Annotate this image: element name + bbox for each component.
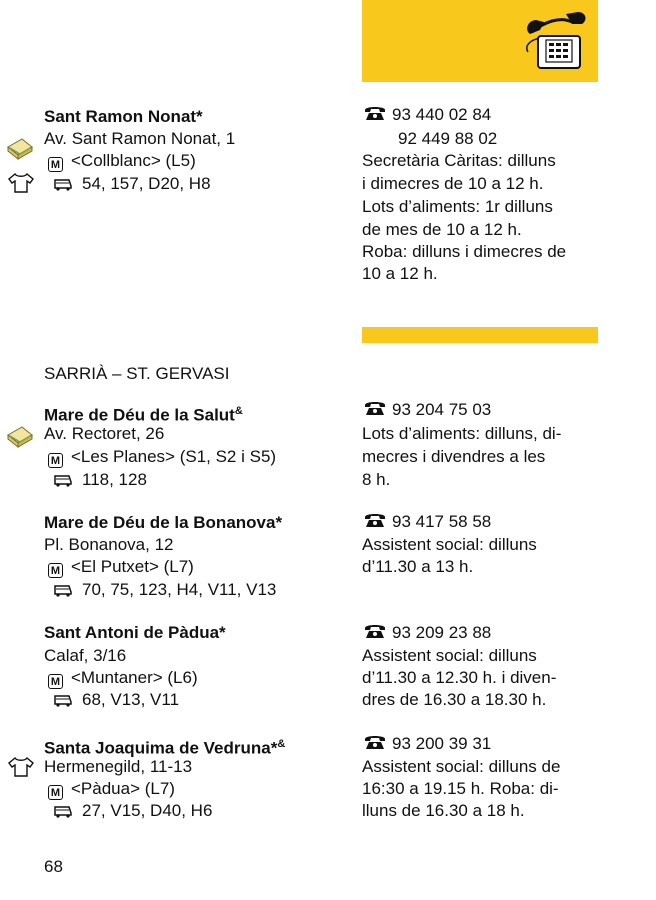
entry-metro: M <Collblanc> (L5): [48, 150, 196, 172]
entry-info-line: i dimecres de 10 a 12 h.: [362, 174, 544, 193]
entry-metro: M <Les Planes> (S1, S2 i S5): [48, 446, 276, 468]
entry-address: Calaf, 3/16: [44, 646, 127, 665]
metro-icon: M: [48, 157, 63, 172]
entry-info-line: Lots d’aliments: 1r dilluns: [362, 197, 553, 216]
entry-address: Av. Rectoret, 26: [44, 424, 165, 443]
metro-icon: M: [48, 674, 63, 689]
telephone-illustration-icon: [526, 12, 586, 69]
entry-info-line: 8 h.: [362, 470, 391, 489]
tshirt-icon: [8, 756, 34, 777]
sandwich-icon: [7, 138, 33, 161]
entry-info-line: Lots d’aliments: dilluns, di-: [362, 424, 562, 443]
tshirt-icon: [8, 172, 34, 193]
entry-name: Sant Antoni de Pàdua*: [44, 623, 226, 642]
entry-metro: M <Pàdua> (L7): [48, 778, 175, 800]
entry-phone-secondary: 92 449 88 02: [398, 129, 498, 148]
entry-info-line: d’11.30 a 12.30 h. i diven-: [362, 668, 557, 687]
entry-name: Mare de Déu de la Bonanova*: [44, 513, 283, 532]
bus-icon: [54, 695, 72, 707]
bus-icon: [54, 585, 72, 597]
entry-info-line: Assistent social: dilluns: [362, 646, 537, 665]
entry-phone: 93 209 23 88: [364, 622, 491, 644]
sandwich-icon: [7, 426, 33, 449]
bus-icon: [54, 806, 72, 818]
header-yellow-box: [362, 0, 598, 82]
phone-icon: [365, 736, 385, 749]
bus-icon: [54, 179, 72, 191]
entry-info-line: lluns de 16.30 a 18 h.: [362, 801, 525, 820]
entry-info-line: Secretària Càritas: dilluns: [362, 151, 556, 170]
phone-icon: [365, 514, 385, 527]
phone-icon: [365, 625, 385, 638]
bus-icon: [54, 475, 72, 487]
entry-info-line: Assistent social: dilluns de: [362, 757, 561, 776]
entry-address: Av. Sant Ramon Nonat, 1: [44, 129, 236, 148]
phone-icon: [365, 107, 385, 120]
entry-bus: 70, 75, 123, H4, V11, V13: [52, 579, 276, 601]
entry-phone: 93 200 39 31: [364, 733, 491, 755]
entry-info-line: Roba: dilluns i dimecres de: [362, 242, 567, 261]
entry-phone: 93 440 02 84: [364, 104, 491, 126]
entry-address: Hermenegild, 11-13: [44, 757, 193, 776]
metro-icon: M: [48, 563, 63, 578]
entry-info-line: Assistent social: dilluns: [362, 535, 537, 554]
page-number: 68: [44, 857, 63, 876]
entry-metro: M <El Putxet> (L7): [48, 556, 194, 578]
entry-info-line: dres de 16.30 a 18.30 h.: [362, 690, 547, 709]
section-divider: [362, 327, 598, 343]
entry-info-line: 16:30 a 19.15 h. Roba: di-: [362, 779, 559, 798]
metro-icon: M: [48, 453, 63, 468]
entry-bus: 68, V13, V11: [52, 689, 179, 711]
entry-bus: 118, 128: [52, 469, 147, 491]
entry-metro: M <Muntaner> (L6): [48, 667, 198, 689]
entry-info-line: mecres i divendres a les: [362, 447, 546, 466]
entry-info-line: de mes de 10 a 12 h.: [362, 220, 522, 239]
metro-icon: M: [48, 785, 63, 800]
section-title: SARRIÀ – ST. GERVASI: [44, 364, 230, 383]
entry-info-line: 10 a 12 h.: [362, 264, 438, 283]
entry-name: Sant Ramon Nonat*: [44, 107, 203, 126]
entry-info-line: d’11.30 a 13 h.: [362, 557, 474, 576]
entry-bus: 27, V15, D40, H6: [52, 800, 212, 822]
phone-icon: [365, 402, 385, 415]
entry-address: Pl. Bonanova, 12: [44, 535, 174, 554]
entry-bus: 54, 157, D20, H8: [52, 173, 211, 195]
entry-phone: 93 204 75 03: [364, 399, 491, 421]
entry-phone: 93 417 58 58: [364, 511, 491, 533]
